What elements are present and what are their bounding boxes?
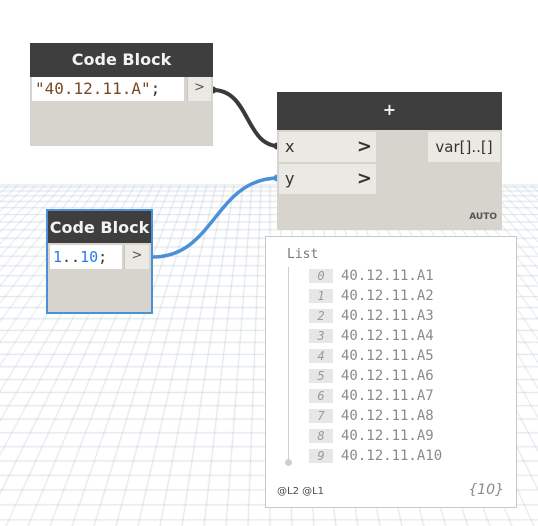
list-item-index: 3	[309, 329, 333, 343]
node-title[interactable]: Code Block	[30, 43, 213, 77]
port-label: x	[285, 137, 295, 156]
list-item-value: 40.12.11.A6	[341, 368, 434, 384]
chevron-right-icon: >	[356, 168, 372, 189]
port-label: y	[285, 169, 295, 188]
output-port-var[interactable]: var[]..[]	[428, 132, 500, 162]
list-item-value: 40.12.11.A5	[341, 348, 434, 364]
code-row: 1..10; >	[50, 245, 149, 269]
node-title[interactable]: Code Block	[48, 211, 151, 243]
code-editor[interactable]: "40.12.11.A";	[32, 77, 184, 101]
output-port[interactable]: >	[124, 245, 149, 269]
list-item-index: 5	[309, 369, 333, 383]
list-item-value: 40.12.11.A7	[341, 388, 434, 404]
code-terminator: ;	[98, 248, 108, 266]
list-item-index: 9	[309, 449, 333, 463]
list-item-index: 2	[309, 309, 333, 323]
range-end: 10	[80, 248, 99, 266]
list-item-value: 40.12.11.A2	[341, 288, 434, 304]
list-item-value: 40.12.11.A9	[341, 428, 434, 444]
list-item-value: 40.12.11.A3	[341, 308, 434, 324]
tree-line	[288, 267, 289, 463]
list-item-index: 6	[309, 389, 333, 403]
add-node[interactable]: + x > y > var[]..[] AUTO	[277, 92, 502, 230]
output-port[interactable]: >	[187, 77, 211, 101]
code-block-node-string[interactable]: Code Block "40.12.11.A"; >	[30, 43, 213, 146]
item-count: {10}	[468, 482, 504, 498]
list-item-index: 1	[309, 289, 333, 303]
chevron-right-icon: >	[356, 136, 372, 157]
code-row: "40.12.11.A"; >	[32, 77, 211, 101]
list-item-value: 40.12.11.A10	[341, 448, 443, 464]
list-item-value: 40.12.11.A1	[341, 268, 434, 284]
list-item-value: 40.12.11.A4	[341, 328, 434, 344]
wire-range-to-y[interactable]	[152, 176, 280, 259]
preview-bubble[interactable]: List 0 40.12.11.A1 1 40.12.11.A2 2 40.12.11.A…	[265, 236, 517, 508]
code-editor[interactable]: 1..10;	[50, 245, 122, 269]
input-port-y[interactable]: y >	[279, 164, 376, 194]
tree-end-dot	[285, 459, 292, 466]
code-string-literal: "40.12.11.A"	[35, 79, 151, 98]
list-item-value: 40.12.11.A8	[341, 408, 434, 424]
list-levels[interactable]: @L2 @L1	[277, 486, 324, 497]
input-port-x[interactable]: x >	[279, 132, 376, 162]
list-title: List	[287, 247, 319, 262]
list-item-index: 8	[309, 429, 333, 443]
node-title[interactable]: +	[277, 92, 502, 130]
code-terminator: ;	[150, 79, 161, 98]
lacing-indicator[interactable]: AUTO	[469, 212, 497, 222]
range-start: 1	[53, 248, 63, 266]
list-item-index: 7	[309, 409, 333, 423]
list-item-index: 0	[309, 269, 333, 283]
code-block-node-range[interactable]: Code Block 1..10; >	[46, 209, 153, 314]
wire-string-to-x[interactable]	[212, 88, 280, 148]
range-operator: ..	[62, 248, 81, 266]
list-item-index: 4	[309, 349, 333, 363]
